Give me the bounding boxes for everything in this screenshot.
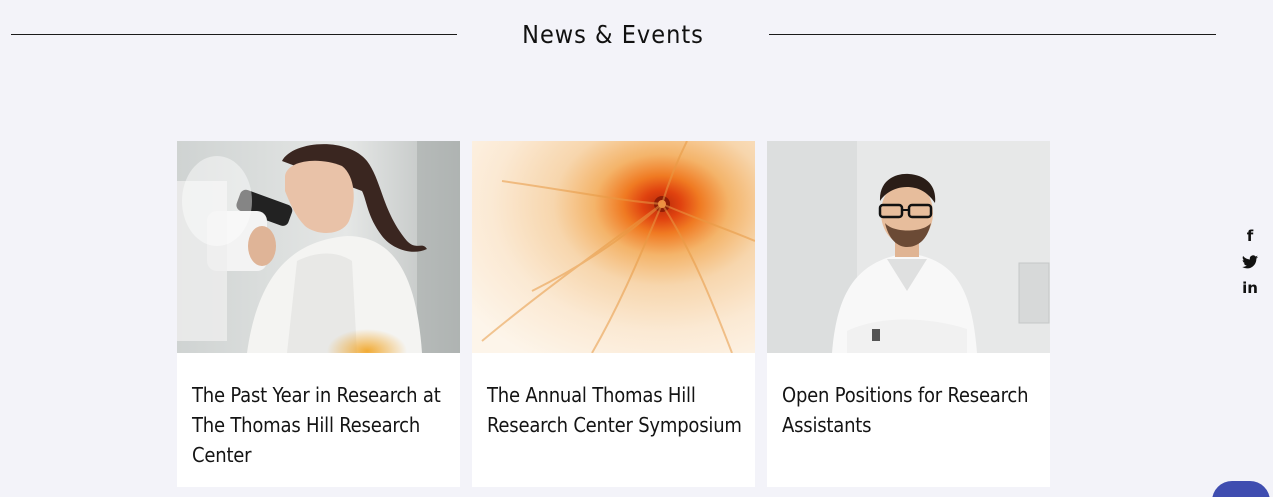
- card-title[interactable]: The Annual Thomas Hill Research Center S…: [487, 380, 743, 440]
- news-card[interactable]: Open Positions for Research Assistants: [767, 141, 1050, 487]
- divider-right: [769, 34, 1216, 35]
- section-header: News & Events: [0, 18, 1273, 54]
- linkedin-icon[interactable]: in: [1241, 278, 1259, 298]
- card-image-researcher-portrait[interactable]: [767, 141, 1050, 353]
- card-title[interactable]: Open Positions for Research Assistants: [782, 380, 1038, 440]
- card-image-scientist-microscope[interactable]: [177, 141, 460, 353]
- divider-left: [11, 34, 457, 35]
- page: News & Events The Past Year in Research …: [0, 0, 1273, 497]
- card-title[interactable]: The Past Year in Research at The Thomas …: [192, 380, 448, 470]
- news-card[interactable]: The Annual Thomas Hill Research Center S…: [472, 141, 755, 487]
- chat-button[interactable]: [1212, 481, 1270, 497]
- news-card-list: The Past Year in Research at The Thomas …: [177, 141, 1050, 487]
- news-card[interactable]: The Past Year in Research at The Thomas …: [177, 141, 460, 487]
- facebook-icon[interactable]: f: [1241, 226, 1259, 246]
- twitter-icon[interactable]: [1241, 252, 1259, 272]
- social-links: f in: [1240, 226, 1260, 298]
- section-title: News & Events: [522, 20, 704, 49]
- card-image-orange-culture[interactable]: [472, 141, 755, 353]
